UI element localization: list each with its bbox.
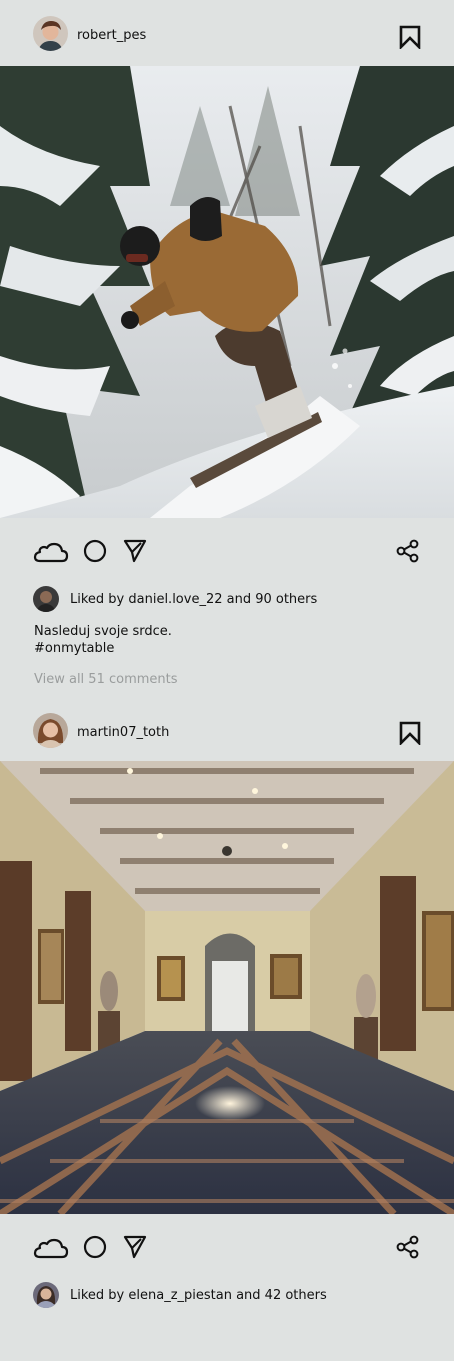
cloud-like-icon[interactable] [33, 539, 69, 563]
post-photo[interactable] [0, 761, 454, 1214]
post-photo[interactable] [0, 66, 454, 518]
send-icon[interactable] [123, 1235, 147, 1259]
liker-avatar[interactable] [33, 586, 59, 612]
avatar[interactable] [33, 16, 68, 51]
liked-by-text[interactable]: Liked by elena_z_piestan and 42 others [70, 1288, 327, 1303]
liked-by-row: Liked by daniel.love_22 and 90 others [0, 584, 454, 620]
post-actions [0, 1214, 454, 1280]
hashtag[interactable]: #onmytable [34, 640, 454, 657]
post-actions [0, 518, 454, 584]
avatar[interactable] [33, 713, 68, 748]
view-all-comments-link[interactable]: View all 51 comments [0, 672, 454, 687]
liker-avatar[interactable] [33, 1282, 59, 1308]
send-icon[interactable] [123, 539, 147, 563]
bookmark-icon[interactable] [399, 25, 421, 49]
post: martin07_toth Liked by elena_z_piestan a… [0, 707, 454, 1316]
share-icon[interactable] [396, 539, 420, 563]
circle-comment-icon[interactable] [83, 539, 107, 563]
username[interactable]: martin07_toth [77, 725, 169, 740]
liked-by-text[interactable]: Liked by daniel.love_22 and 90 others [70, 592, 317, 607]
caption: Nasleduj svoje srdce. #onmytable [0, 623, 454, 657]
caption-line: Nasleduj svoje srdce. [34, 624, 172, 639]
username[interactable]: robert_pes [77, 28, 146, 43]
liked-by-row: Liked by elena_z_piestan and 42 others [0, 1280, 454, 1316]
post-header: robert_pes [0, 0, 454, 66]
circle-comment-icon[interactable] [83, 1235, 107, 1259]
share-icon[interactable] [396, 1235, 420, 1259]
post: robert_pes Liked by daniel.love_22 and 9… [0, 0, 454, 687]
cloud-like-icon[interactable] [33, 1235, 69, 1259]
bookmark-icon[interactable] [399, 721, 421, 745]
